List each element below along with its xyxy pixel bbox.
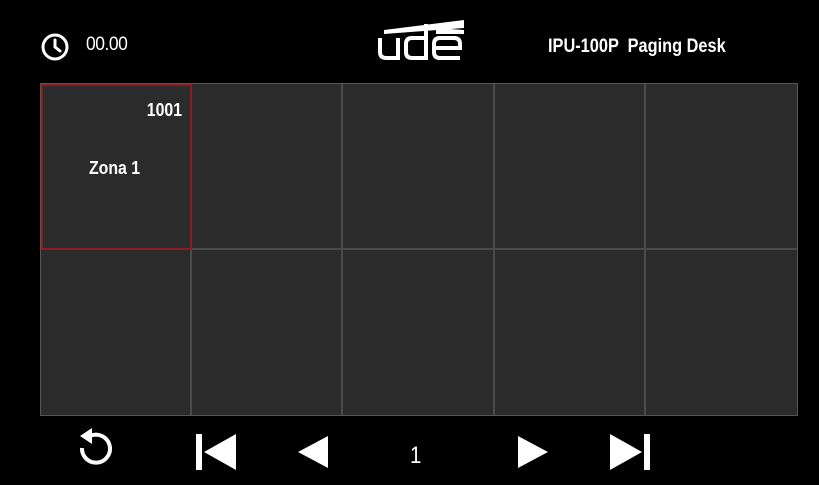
last-page-icon xyxy=(610,434,650,470)
clock-time: 00.00 xyxy=(86,34,128,55)
ude-logo xyxy=(378,20,464,60)
zone-number: 1001 xyxy=(146,100,183,120)
zone-cell[interactable] xyxy=(343,249,495,415)
page-navigation: 1 xyxy=(0,418,819,485)
first-page-button[interactable] xyxy=(190,430,242,474)
clock-icon xyxy=(41,33,69,61)
device-title: IPU-100P Paging Desk xyxy=(548,36,726,57)
header: 00.00 IPU-100P Paging Desk xyxy=(0,0,819,84)
zone-cell[interactable]: 1001 Zona 1 xyxy=(41,84,193,250)
zone-name: Zona 1 xyxy=(89,158,141,178)
zone-cell[interactable] xyxy=(645,249,797,415)
first-page-icon xyxy=(196,434,236,470)
previous-page-icon xyxy=(298,436,328,468)
back-button[interactable] xyxy=(68,426,112,474)
zone-cell[interactable] xyxy=(192,84,344,250)
zone-grid: 1001 Zona 1 xyxy=(40,83,798,416)
last-page-button[interactable] xyxy=(604,430,656,474)
zone-cell[interactable] xyxy=(192,249,344,415)
back-icon xyxy=(79,428,112,465)
paging-desk-screen: 00.00 IPU-100P Paging Desk 1001 Zona 1 1 xyxy=(0,0,819,485)
zone-cell[interactable] xyxy=(343,84,495,250)
page-number: 1 xyxy=(410,442,422,469)
zone-cell[interactable] xyxy=(494,84,646,250)
zone-cell[interactable] xyxy=(645,84,797,250)
previous-page-button[interactable] xyxy=(294,430,334,474)
next-page-button[interactable] xyxy=(512,430,552,474)
zone-cell[interactable] xyxy=(494,249,646,415)
next-page-icon xyxy=(518,436,548,468)
zone-cell[interactable] xyxy=(41,249,193,415)
